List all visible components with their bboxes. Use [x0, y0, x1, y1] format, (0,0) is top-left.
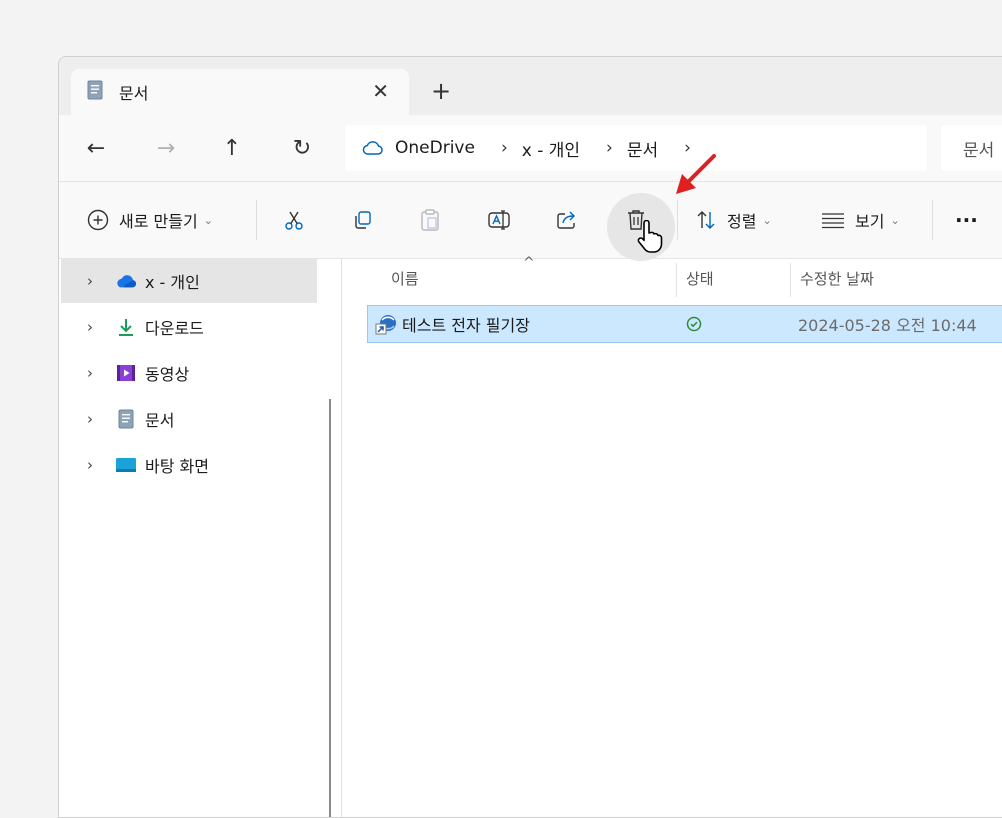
- column-header-modified[interactable]: 수정한 날짜: [800, 259, 874, 297]
- sidebar-item-downloads[interactable]: › 다운로드: [61, 305, 317, 349]
- chevron-down-icon: ⌄: [762, 213, 772, 227]
- expand-chevron-icon[interactable]: ›: [87, 272, 101, 290]
- file-list: ^ 이름 상태 수정한 날짜 테스트 전자 필기장 2024-05-28 오전 …: [343, 255, 1002, 817]
- breadcrumb-documents[interactable]: 문서: [627, 136, 658, 161]
- sidebar-item-label: 다운로드: [145, 319, 204, 338]
- hand-pointer-icon: [637, 220, 663, 253]
- sidebar-item-label: 문서: [145, 411, 175, 430]
- search-box[interactable]: 문서: [941, 125, 1002, 171]
- sidebar-item-desktop[interactable]: › 바탕 화면: [61, 443, 317, 487]
- refresh-button[interactable]: ↻: [285, 132, 319, 164]
- table-row[interactable]: 테스트 전자 필기장 2024-05-28 오전 10:44: [367, 305, 1002, 343]
- file-modified-date: 2024-05-28 오전 10:44: [798, 316, 977, 335]
- sidebar-item-onedrive-personal[interactable]: › x - 개인: [61, 259, 317, 303]
- column-header-status[interactable]: 상태: [686, 259, 714, 297]
- sidebar-item-documents[interactable]: › 문서: [61, 397, 317, 441]
- file-explorer-window: 문서 ✕ + ← → ↑ ↻ OneDrive › x - 개인 › 문서 › …: [58, 56, 1002, 818]
- onedrive-cloud-icon: [115, 273, 137, 289]
- sidebar-item-label: x - 개인: [145, 273, 200, 292]
- expand-chevron-icon[interactable]: ›: [87, 456, 101, 474]
- plus-circle-icon: [87, 209, 109, 231]
- download-icon: [115, 317, 137, 337]
- rename-icon: [487, 209, 511, 231]
- forward-button[interactable]: →: [149, 132, 183, 164]
- new-label: 새로 만들기: [119, 212, 198, 231]
- up-button[interactable]: ↑: [215, 132, 249, 164]
- breadcrumb-separator[interactable]: ›: [606, 138, 613, 158]
- video-icon: [115, 363, 137, 383]
- view-button[interactable]: 보기 ⌄: [821, 202, 900, 238]
- view-lines-icon: [821, 211, 845, 229]
- chevron-down-icon: ⌄: [890, 213, 900, 227]
- breadcrumb-separator[interactable]: ›: [501, 138, 508, 158]
- cloud-icon: [361, 140, 383, 156]
- scissors-icon: [283, 209, 305, 231]
- tab-title: 문서: [119, 84, 149, 103]
- file-name: 테스트 전자 필기장: [402, 316, 530, 335]
- sort-button[interactable]: 정렬 ⌄: [695, 202, 772, 238]
- navigation-scrollbar[interactable]: [329, 399, 331, 817]
- paste-button[interactable]: [419, 202, 441, 238]
- new-button[interactable]: 새로 만들기 ⌄: [87, 202, 213, 238]
- notebook-shortcut-icon: [374, 312, 398, 336]
- clipboard-icon: [419, 208, 441, 232]
- expand-chevron-icon[interactable]: ›: [87, 410, 101, 428]
- copy-icon: [351, 209, 373, 231]
- tab-documents[interactable]: 문서 ✕: [71, 69, 409, 115]
- cut-button[interactable]: [283, 202, 305, 238]
- share-button[interactable]: [555, 202, 579, 238]
- document-icon: [115, 409, 137, 429]
- desktop-icon: [115, 456, 137, 474]
- close-tab-icon[interactable]: ✕: [372, 81, 389, 101]
- sidebar-item-label: 동영상: [145, 365, 190, 384]
- address-bar[interactable]: OneDrive › x - 개인 › 문서 ›: [345, 125, 927, 171]
- red-arrow-annotation-icon: [676, 154, 716, 194]
- chevron-down-icon: ⌄: [203, 213, 213, 227]
- tab-strip: 문서 ✕ +: [59, 57, 1002, 115]
- sort-ascending-icon: ^: [523, 255, 535, 271]
- pane-splitter[interactable]: [341, 259, 342, 817]
- sidebar-item-videos[interactable]: › 동영상: [61, 351, 317, 395]
- rename-button[interactable]: [487, 202, 511, 238]
- sort-arrows-icon: [695, 209, 717, 231]
- copy-button[interactable]: [351, 202, 373, 238]
- synced-check-icon: [686, 316, 702, 336]
- expand-chevron-icon[interactable]: ›: [87, 318, 101, 336]
- column-header-name[interactable]: 이름: [391, 259, 419, 297]
- document-icon: [87, 80, 103, 104]
- back-button[interactable]: ←: [79, 132, 113, 164]
- breadcrumb-onedrive[interactable]: OneDrive: [395, 138, 475, 158]
- sort-label: 정렬: [727, 212, 757, 231]
- new-tab-button[interactable]: +: [431, 79, 451, 103]
- breadcrumb-personal[interactable]: x - 개인: [522, 136, 580, 161]
- more-options-button[interactable]: ···: [955, 202, 978, 238]
- navigation-bar: ← → ↑ ↻ OneDrive › x - 개인 › 문서 › 문서: [59, 115, 1002, 182]
- share-icon: [555, 209, 579, 231]
- command-bar: 새로 만들기 ⌄ 정렬 ⌄ 보기 ⌄ ···: [59, 154, 1002, 261]
- sidebar-item-label: 바탕 화면: [145, 457, 209, 476]
- expand-chevron-icon[interactable]: ›: [87, 364, 101, 382]
- view-label: 보기: [855, 212, 885, 231]
- search-placeholder: 문서: [963, 140, 995, 161]
- navigation-pane: › x - 개인 › 다운로드 › 동영상 › 문서 › 바탕 화면: [59, 259, 343, 817]
